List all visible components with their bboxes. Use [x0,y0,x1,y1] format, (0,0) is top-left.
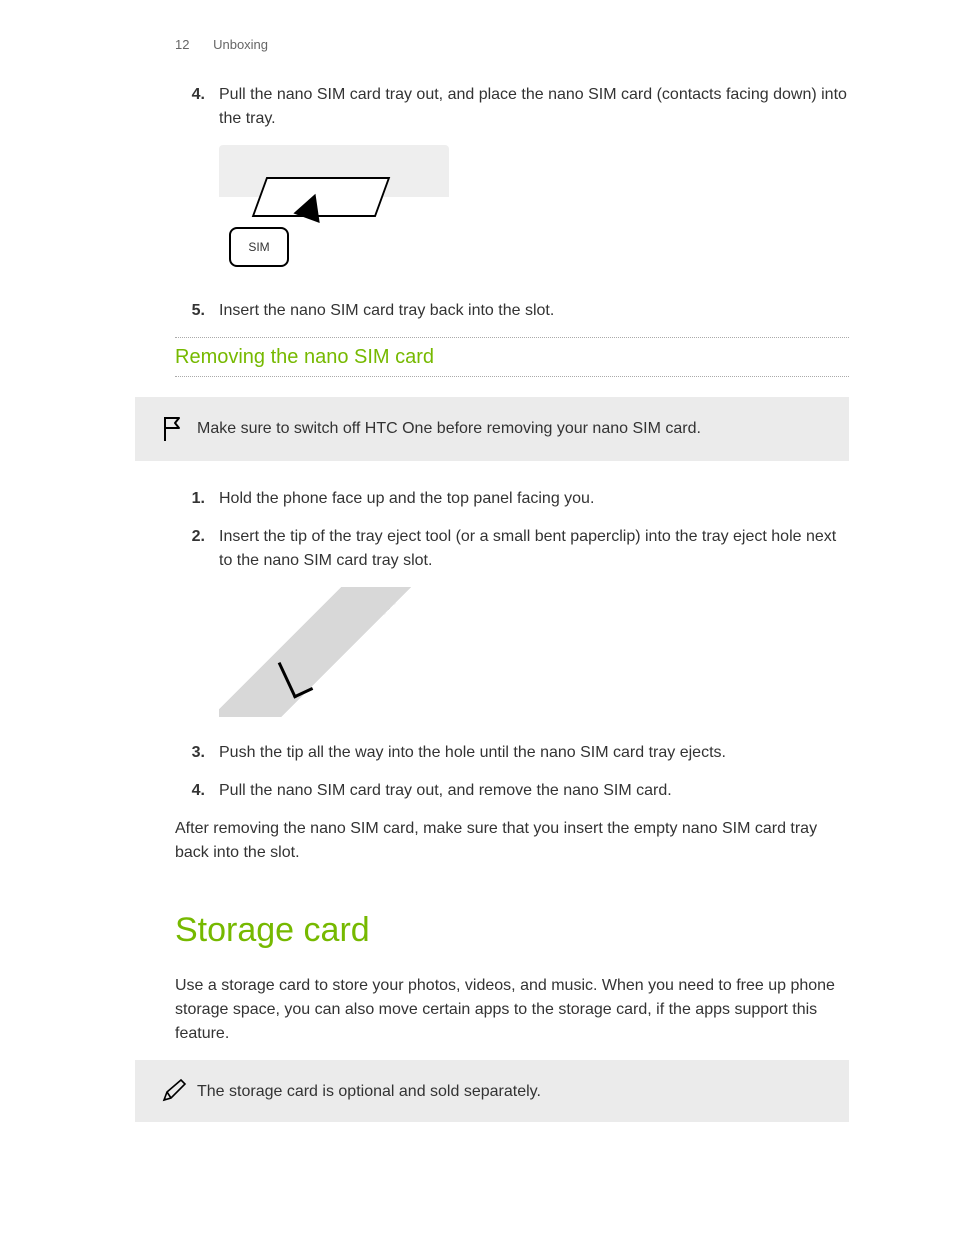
step-text: Pull the nano SIM card tray out, and rem… [219,779,849,803]
note-box-flag: Make sure to switch off HTC One before r… [135,397,849,461]
step-text: Push the tip all the way into the hole u… [219,741,849,765]
step-number: 1. [175,487,219,511]
note-text: The storage card is optional and sold se… [197,1078,837,1104]
step-text: Insert the nano SIM card tray back into … [219,299,849,323]
step-item: 4. Pull the nano SIM card tray out, and … [175,83,849,131]
note-box-pencil: The storage card is optional and sold se… [135,1060,849,1122]
step-number: 4. [175,779,219,803]
step-list-remove: 1. Hold the phone face up and the top pa… [175,487,849,573]
step-number: 5. [175,299,219,323]
step-number: 4. [175,83,219,107]
step-item: 2. Insert the tip of the tray eject tool… [175,525,849,573]
step-number: 3. [175,741,219,765]
flag-icon [147,415,197,443]
step-list-top: 4. Pull the nano SIM card tray out, and … [175,83,849,131]
step-text: Insert the tip of the tray eject tool (o… [219,525,849,573]
figure-eject-tool [219,587,849,717]
page-header: 12 Unboxing [0,35,954,55]
step-list-remove-cont: 3. Push the tip all the way into the hol… [175,741,849,803]
pencil-icon [147,1078,197,1104]
step-item: 4. Pull the nano SIM card tray out, and … [175,779,849,803]
post-steps-paragraph: After removing the nano SIM card, make s… [175,817,849,865]
step-number: 2. [175,525,219,549]
figure-sim-insert: SIM [219,145,849,275]
sim-card-label: SIM [229,227,289,267]
header-section-name: Unboxing [213,37,268,52]
step-text: Pull the nano SIM card tray out, and pla… [219,83,849,131]
section-paragraph: Use a storage card to store your photos,… [175,974,849,1046]
step-item: 1. Hold the phone face up and the top pa… [175,487,849,511]
step-list-top-cont: 5. Insert the nano SIM card tray back in… [175,299,849,323]
step-text: Hold the phone face up and the top panel… [219,487,849,511]
note-text: Make sure to switch off HTC One before r… [197,415,837,441]
subheading-removing-sim: Removing the nano SIM card [175,337,849,377]
page-number: 12 [175,35,189,55]
step-item: 5. Insert the nano SIM card tray back in… [175,299,849,323]
step-item: 3. Push the tip all the way into the hol… [175,741,849,765]
section-heading-storage: Storage card [175,905,849,956]
